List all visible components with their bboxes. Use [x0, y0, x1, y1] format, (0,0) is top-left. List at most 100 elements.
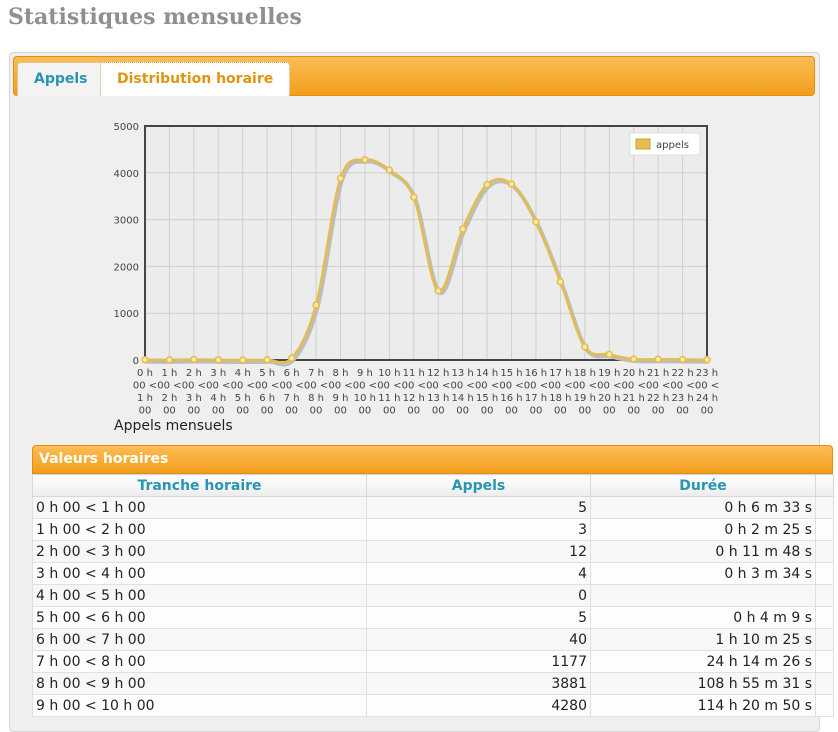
cell-duree: 0 h 11 m 48 s	[590, 540, 816, 563]
y-tick-label: 2000	[114, 262, 139, 273]
data-point	[385, 166, 394, 174]
cell-spacer	[815, 562, 834, 585]
x-tick-label: 15 h	[476, 393, 498, 404]
data-point	[263, 356, 271, 364]
x-tick-label: 21 h	[623, 393, 645, 404]
cell-tranche: 5 h 00 < 6 h 00	[32, 606, 367, 629]
table-title: Valeurs horaires	[32, 445, 833, 474]
x-tick-label: 00	[163, 406, 176, 417]
x-tick-label: 00 <	[255, 381, 279, 392]
x-tick-label: 6 h	[284, 368, 300, 379]
x-tick-label: 23 h	[696, 368, 718, 379]
x-tick-label: 7 h	[284, 393, 300, 404]
y-tick-label: 4000	[114, 169, 139, 180]
x-tick-label: 21 h	[647, 368, 669, 379]
column-header-appels[interactable]: Appels	[366, 474, 591, 497]
cell-spacer	[815, 694, 834, 717]
x-tick-label: 00	[359, 406, 372, 417]
x-tick-label: 00 <	[646, 381, 670, 392]
tab-bar: Appels Distribution horaire	[13, 56, 815, 96]
x-tick-label: 2 h	[186, 368, 202, 379]
x-tick-label: 18 h	[549, 393, 571, 404]
x-tick-label: 16 h	[500, 393, 522, 404]
tab-distribution-horaire[interactable]: Distribution horaire	[100, 62, 291, 96]
x-tick-label: 00 <	[695, 381, 719, 392]
x-tick-label: 00	[383, 406, 396, 417]
x-tick-label: 2 h	[161, 393, 177, 404]
cell-appels: 3	[366, 518, 591, 541]
x-tick-label: 10 h	[354, 393, 376, 404]
x-tick-label: 00	[578, 406, 591, 417]
x-tick-label: 00	[627, 406, 640, 417]
x-tick-label: 6 h	[259, 393, 275, 404]
x-tick-label: 00 <	[670, 381, 694, 392]
y-tick-label: 3000	[114, 216, 139, 227]
cell-duree: 108 h 55 m 31 s	[590, 672, 816, 695]
x-tick-label: 13 h	[427, 393, 449, 404]
table-row: 0 h 00 < 1 h 00 5 0 h 6 m 33 s	[32, 496, 834, 519]
x-tick-label: 19 h	[598, 368, 620, 379]
data-point	[581, 343, 589, 351]
column-header-duree[interactable]: Durée	[590, 474, 816, 497]
cell-appels: 12	[366, 540, 591, 563]
cell-spacer	[815, 584, 834, 607]
data-point	[507, 180, 516, 188]
x-tick-label: 00 <	[499, 381, 523, 392]
x-tick-label: 20 h	[623, 368, 645, 379]
column-header-spacer	[815, 474, 834, 497]
legend-label: appels	[656, 140, 689, 151]
x-tick-label: 00 <	[304, 381, 328, 392]
x-tick-label: 1 h	[161, 368, 177, 379]
cell-duree: 0 h 2 m 25 s	[590, 518, 816, 541]
column-header-tranche[interactable]: Tranche horaire	[32, 474, 367, 497]
cell-appels: 5	[366, 606, 591, 629]
x-tick-label: 5 h	[259, 368, 275, 379]
cell-appels: 0	[366, 584, 591, 607]
cell-appels: 40	[366, 628, 591, 651]
data-point	[214, 356, 223, 364]
table-row: 4 h 00 < 5 h 00 0	[32, 584, 834, 607]
table-row: 7 h 00 < 8 h 00 1177 24 h 14 m 26 s	[32, 650, 834, 673]
x-tick-label: 9 h	[357, 368, 373, 379]
tab-appels[interactable]: Appels	[17, 62, 105, 96]
x-tick-label: 00 <	[426, 381, 450, 392]
cell-duree: 0 h 6 m 33 s	[590, 496, 816, 519]
cell-tranche: 9 h 00 < 10 h 00	[32, 694, 367, 717]
table-row: 5 h 00 < 6 h 00 5 0 h 4 m 9 s	[32, 606, 834, 629]
x-tick-label: 12 h	[403, 393, 425, 404]
data-point	[141, 356, 149, 364]
x-tick-label: 23 h	[671, 393, 693, 404]
cell-appels: 4	[366, 562, 591, 585]
x-tick-label: 00	[676, 406, 689, 417]
cell-tranche: 7 h 00 < 8 h 00	[32, 650, 367, 673]
data-point	[336, 174, 345, 183]
y-tick-label: 5000	[114, 122, 139, 133]
x-tick-label: 5 h	[235, 393, 251, 404]
data-point	[654, 355, 662, 364]
x-tick-label: 00	[554, 406, 567, 417]
cell-tranche: 0 h 00 < 1 h 00	[32, 496, 367, 519]
x-tick-label: 00 <	[548, 381, 572, 392]
x-tick-label: 00	[530, 406, 543, 417]
table-row: 6 h 00 < 7 h 00 40 1 h 10 m 25 s	[32, 628, 834, 651]
x-tick-label: 00	[432, 406, 445, 417]
data-table: Tranche horaire Appels Durée 0 h 00 < 1 …	[32, 474, 834, 717]
x-tick-label: 00 <	[597, 381, 621, 392]
cell-spacer	[815, 628, 834, 651]
chart-caption: Appels mensuels	[114, 418, 233, 434]
x-tick-label: 00 <	[622, 381, 646, 392]
x-tick-label: 00	[456, 406, 469, 417]
hourly-distribution-chart: 0100020003000400050000 h00 <1 h001 h00 <…	[114, 122, 720, 417]
x-tick-label: 00 <	[402, 381, 426, 392]
x-tick-label: 00	[285, 406, 298, 417]
x-tick-label: 15 h	[500, 368, 522, 379]
cell-tranche: 3 h 00 < 4 h 00	[32, 562, 367, 585]
data-point	[410, 193, 418, 201]
x-tick-label: 7 h	[308, 368, 324, 379]
x-tick-label: 22 h	[647, 393, 669, 404]
table-row: 3 h 00 < 4 h 00 4 0 h 3 m 34 s	[32, 562, 834, 585]
x-tick-label: 00 <	[279, 381, 303, 392]
x-tick-label: 00 <	[353, 381, 377, 392]
data-point	[238, 356, 247, 364]
x-tick-label: 19 h	[574, 393, 596, 404]
